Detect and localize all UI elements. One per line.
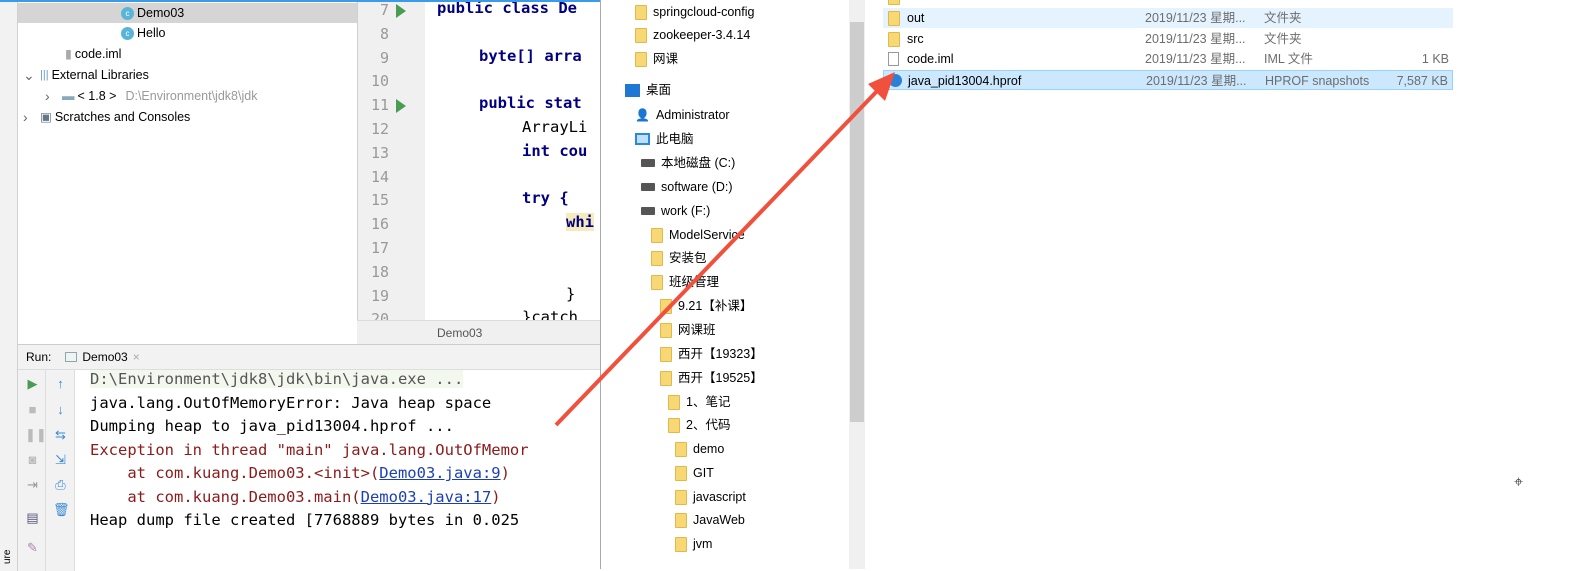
arrow-shaft bbox=[554, 86, 882, 427]
annotation-arrow bbox=[554, 72, 895, 427]
crosshair-cursor: ⌖ bbox=[1514, 474, 1524, 491]
